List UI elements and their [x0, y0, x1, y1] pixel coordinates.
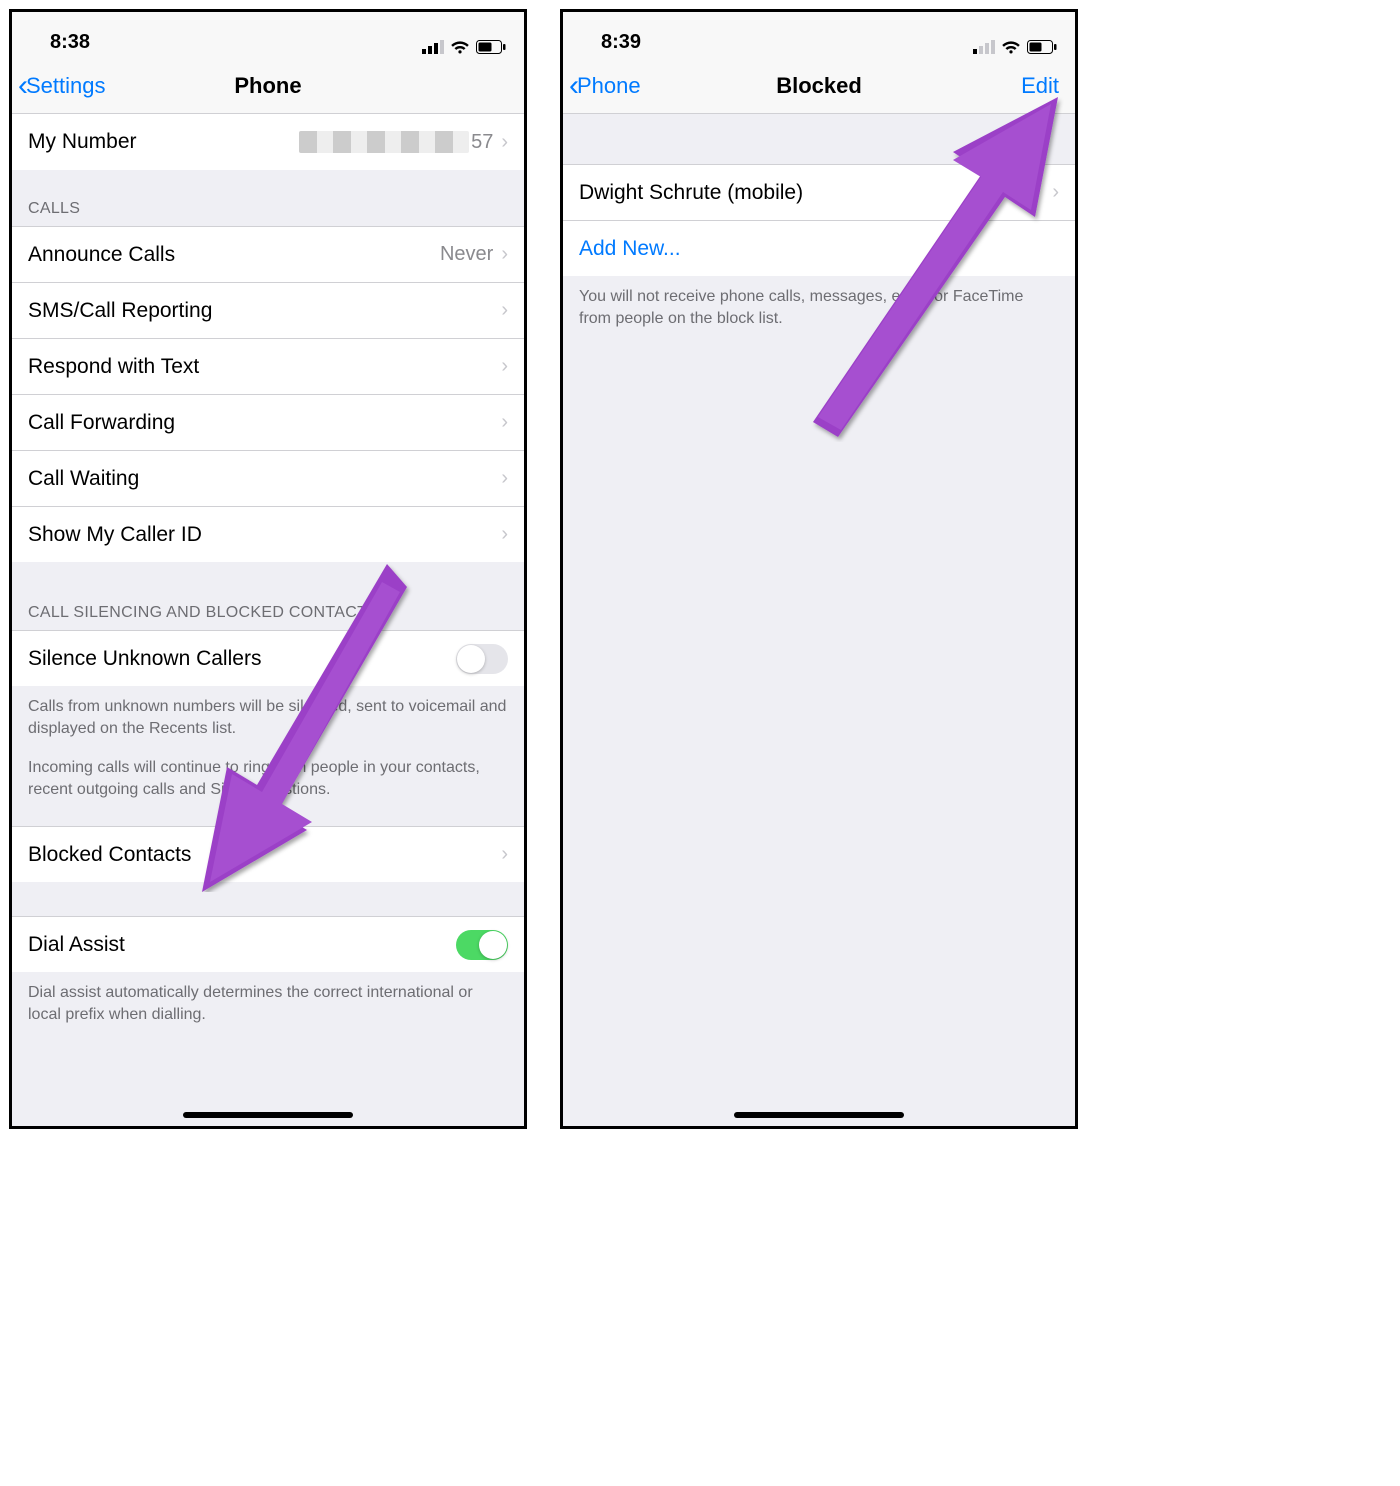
- battery-icon: [476, 40, 506, 54]
- home-indicator: [183, 1112, 353, 1118]
- calls-section-header: CALLS: [12, 170, 524, 226]
- chevron-right-icon: ›: [501, 243, 508, 266]
- status-bar: 8:39: [563, 12, 1075, 58]
- dial-assist-toggle[interactable]: [456, 930, 508, 960]
- battery-icon: [1027, 40, 1057, 54]
- add-new-row[interactable]: Add New...: [563, 220, 1075, 276]
- cellular-icon: [973, 40, 995, 54]
- status-icons: [973, 40, 1057, 54]
- redacted-number: [299, 131, 469, 153]
- silence-footer-2: Incoming calls will continue to ring fro…: [12, 753, 524, 814]
- announce-calls-row[interactable]: Announce Calls Never ›: [12, 226, 524, 282]
- chevron-right-icon: ›: [501, 299, 508, 322]
- sms-call-reporting-row[interactable]: SMS/Call Reporting ›: [12, 282, 524, 338]
- silence-unknown-row[interactable]: Silence Unknown Callers: [12, 630, 524, 686]
- wifi-icon: [450, 40, 470, 54]
- edit-button[interactable]: Edit: [1021, 73, 1069, 99]
- chevron-right-icon: ›: [501, 467, 508, 490]
- back-button[interactable]: ‹ Phone: [569, 71, 641, 101]
- silence-footer-1: Calls from unknown numbers will be silen…: [12, 686, 524, 753]
- show-caller-id-label: Show My Caller ID: [28, 523, 501, 547]
- silence-section-header: CALL SILENCING AND BLOCKED CONTACTS: [12, 562, 524, 630]
- call-waiting-label: Call Waiting: [28, 467, 501, 491]
- chevron-right-icon: ›: [501, 843, 508, 866]
- chevron-right-icon: ›: [1052, 181, 1059, 204]
- blocked-entry-label: Dwight Schrute (mobile): [579, 181, 1052, 205]
- nav-bar: ‹ Phone Blocked Edit: [563, 58, 1075, 114]
- screenshot-left: 8:38 ‹ Settings Phone My Number 57 › CAL…: [9, 9, 527, 1129]
- chevron-right-icon: ›: [501, 355, 508, 378]
- blocked-footer: You will not receive phone calls, messag…: [563, 276, 1075, 343]
- announce-calls-value: Never: [440, 243, 493, 266]
- chevron-right-icon: ›: [501, 411, 508, 434]
- back-label: Phone: [577, 73, 641, 99]
- nav-bar: ‹ Settings Phone: [12, 58, 524, 114]
- dial-assist-row[interactable]: Dial Assist: [12, 916, 524, 972]
- wifi-icon: [1001, 40, 1021, 54]
- dial-assist-footer: Dial assist automatically determines the…: [12, 972, 524, 1039]
- silence-unknown-label: Silence Unknown Callers: [28, 647, 456, 671]
- respond-with-text-label: Respond with Text: [28, 355, 501, 379]
- blocked-contacts-row[interactable]: Blocked Contacts ›: [12, 826, 524, 882]
- call-forwarding-row[interactable]: Call Forwarding ›: [12, 394, 524, 450]
- home-indicator: [734, 1112, 904, 1118]
- dial-assist-label: Dial Assist: [28, 933, 456, 957]
- show-caller-id-row[interactable]: Show My Caller ID ›: [12, 506, 524, 562]
- blocked-entry-row[interactable]: Dwight Schrute (mobile) ›: [563, 164, 1075, 220]
- call-waiting-row[interactable]: Call Waiting ›: [12, 450, 524, 506]
- back-label: Settings: [26, 73, 106, 99]
- silence-toggle[interactable]: [456, 644, 508, 674]
- announce-calls-label: Announce Calls: [28, 243, 440, 267]
- back-button[interactable]: ‹ Settings: [18, 71, 106, 101]
- status-bar: 8:38: [12, 12, 524, 58]
- status-time: 8:39: [581, 31, 641, 54]
- cellular-icon: [422, 40, 444, 54]
- my-number-label: My Number: [28, 130, 299, 154]
- status-icons: [422, 40, 506, 54]
- status-time: 8:38: [30, 31, 90, 54]
- respond-with-text-row[interactable]: Respond with Text ›: [12, 338, 524, 394]
- add-new-label: Add New...: [579, 237, 1059, 261]
- my-number-row[interactable]: My Number 57 ›: [12, 114, 524, 170]
- my-number-value: 57: [299, 131, 493, 154]
- sms-call-reporting-label: SMS/Call Reporting: [28, 299, 501, 323]
- chevron-right-icon: ›: [501, 131, 508, 154]
- chevron-right-icon: ›: [501, 523, 508, 546]
- screenshot-right: 8:39 ‹ Phone Blocked Edit Dwight Schrute…: [560, 9, 1078, 1129]
- blocked-contacts-label: Blocked Contacts: [28, 843, 501, 867]
- call-forwarding-label: Call Forwarding: [28, 411, 501, 435]
